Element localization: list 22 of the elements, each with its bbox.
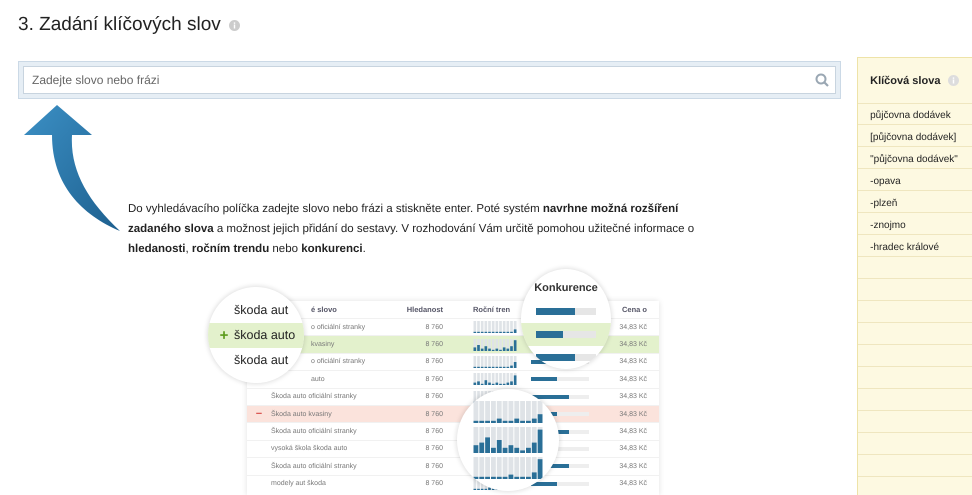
keyword-item[interactable]: -hradec králové (858, 236, 972, 258)
panel-title: Klíčová slova (870, 74, 940, 86)
keyword-item[interactable]: -znojmo (858, 214, 972, 236)
keyword-item[interactable]: -opava (858, 170, 972, 192)
info-icon[interactable] (948, 75, 960, 86)
keyword-item[interactable]: -plzeň (858, 192, 972, 214)
competition-title: Konkurence (534, 282, 598, 294)
info-icon[interactable] (228, 20, 240, 30)
instructions-paragraph: Do vyhledávacího políčka zadejte slovo nebo frázi a stiskněte enter. Poté systém navrhne možná rozšíření zadaného slova a možnost jejich přidání do sestavy. V rozhodování Vám určitě pomohou užitečné informace o hledanosti, ročním trendu nebo konkurenci. (128, 202, 696, 257)
keyword-item[interactable]: [půjčovna dodávek] (858, 126, 972, 148)
keyword-item[interactable]: půjčovna dodávek (858, 104, 972, 126)
section-title: 3. Zadání klíčových slov (18, 14, 221, 36)
trend-chart-drawing (473, 457, 543, 479)
suggestion-text: škoda aut (234, 353, 288, 367)
suggestion-text: škoda auto (234, 328, 296, 342)
curved-arrow-icon (22, 105, 122, 233)
search-icon[interactable] (815, 73, 830, 87)
trend-chart-drawing (473, 427, 543, 453)
keyword-item[interactable]: "půjčovna dodávek" (858, 148, 972, 170)
suggestion-text: škoda aut (234, 303, 288, 317)
trend-chart-drawing (473, 401, 543, 423)
search-box[interactable]: Zadejte slovo nebo frázi (23, 66, 836, 94)
